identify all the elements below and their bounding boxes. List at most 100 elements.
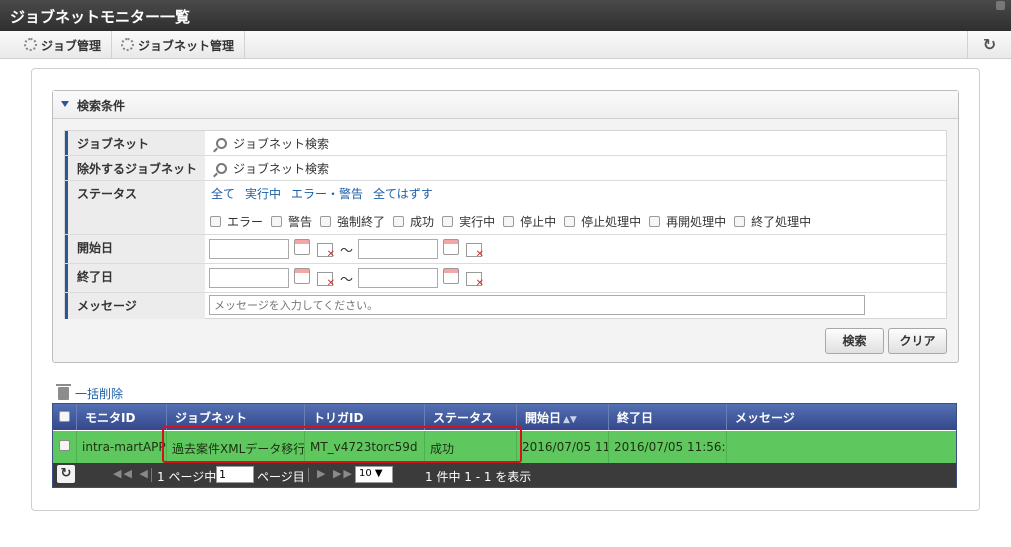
end-date-to-input[interactable] [358, 268, 438, 288]
first-prev-page-icon[interactable]: ◀◀ ◀ [113, 467, 150, 480]
row-end-date: 終了日 ～ [65, 264, 946, 293]
page-number-input[interactable]: 1 [216, 466, 254, 483]
start-date-from-input[interactable] [209, 239, 289, 259]
highlight-box [162, 426, 522, 463]
search-form: ジョブネット ジョブネット検索 除外するジョブネット ジョブネット検索 ステータ… [64, 130, 947, 319]
status-link-all[interactable]: 全て [211, 185, 235, 202]
check-label: 終了処理中 [751, 215, 812, 229]
col-message[interactable]: メッセージ [727, 404, 956, 430]
panel-title: 検索条件 [77, 99, 126, 113]
calendar-icon[interactable] [294, 268, 310, 284]
status-check-success[interactable]: 成功 [393, 213, 434, 230]
row-exclude-jobnet: 除外するジョブネット ジョブネット検索 [65, 156, 946, 181]
col-start-date[interactable]: 開始日 ▲▼ [517, 404, 609, 430]
bulk-delete-link[interactable]: 一括削除 [56, 384, 124, 402]
check-label: 警告 [288, 215, 313, 229]
pager-page-suffix: ページ目 [257, 470, 305, 484]
tab-label: ジョブネット管理 [138, 39, 235, 53]
per-page-select[interactable]: 10 ▼ [355, 466, 393, 483]
calendar-icon[interactable] [443, 268, 459, 284]
jobnet-search-link[interactable]: ジョブネット検索 [216, 135, 329, 152]
row-jobnet: ジョブネット ジョブネット検索 [65, 131, 946, 156]
status-check-forced-end[interactable]: 強制終了 [320, 213, 385, 230]
status-quick-links: 全て 実行中 エラー・警告 全てはずす [211, 185, 433, 202]
label-status: ステータス [65, 181, 205, 234]
bulk-delete-text: 一括削除 [75, 387, 124, 401]
row-status: ステータス 全て 実行中 エラー・警告 全てはずす エラー 警告 強制終了 成功… [65, 181, 946, 235]
col-monitor-id[interactable]: モニタID [77, 404, 167, 430]
reload-icon[interactable]: ↻ [57, 465, 75, 483]
clear-date-icon[interactable] [317, 272, 335, 289]
row-start-date: 開始日 ～ [65, 235, 946, 264]
message-input[interactable] [209, 295, 865, 315]
search-icon [216, 163, 227, 174]
status-check-stopped[interactable]: 停止中 [503, 213, 556, 230]
check-label: 実行中 [459, 215, 496, 229]
range-tilde: ～ [340, 244, 354, 259]
check-label: 成功 [410, 215, 435, 229]
start-date-to-input[interactable] [358, 239, 438, 259]
status-link-error-warning[interactable]: エラー・警告 [291, 185, 363, 202]
exclude-search-link[interactable]: ジョブネット検索 [216, 160, 329, 177]
exclude-search-text: ジョブネット検索 [233, 162, 330, 176]
collapse-triangle-icon[interactable] [61, 101, 69, 107]
check-label: 停止中 [520, 215, 557, 229]
next-last-page-icon[interactable]: ▶ ▶▶ [317, 467, 354, 480]
status-check-stopping[interactable]: 停止処理中 [564, 213, 641, 230]
range-tilde: ～ [340, 273, 354, 288]
cell-monitor-id: intra-martAPP: [77, 431, 167, 463]
clear-date-icon[interactable] [466, 272, 484, 289]
label-jobnet: ジョブネット [65, 131, 205, 155]
label-end-date: 終了日 [65, 264, 205, 292]
pager-page-prefix: 1 ページ中 [157, 470, 217, 484]
cell-message [727, 431, 956, 463]
gear-icon [121, 38, 134, 51]
label-message: メッセージ [65, 293, 205, 319]
label-start-date: 開始日 [65, 235, 205, 263]
gear-icon [24, 38, 37, 51]
clear-date-icon[interactable] [466, 243, 484, 260]
tab-job-management[interactable]: ジョブ管理 [14, 31, 113, 58]
tab-jobnet-management[interactable]: ジョブネット管理 [111, 31, 246, 58]
status-link-uncheck-all[interactable]: 全てはずす [373, 185, 433, 202]
check-label: 再開処理中 [666, 215, 727, 229]
pager-summary: 1 件中 1 - 1 を表示 [425, 470, 532, 484]
col-start-date-label: 開始日 [525, 411, 562, 425]
trash-icon [56, 384, 71, 400]
row-checkbox[interactable] [53, 431, 77, 463]
end-date-from-input[interactable] [209, 268, 289, 288]
check-label: 停止処理中 [581, 215, 642, 229]
status-check-error[interactable]: エラー [210, 213, 263, 230]
status-check-resuming[interactable]: 再開処理中 [649, 213, 726, 230]
pager-divider [151, 468, 152, 482]
status-check-running[interactable]: 実行中 [442, 213, 495, 230]
pager-divider [308, 468, 309, 482]
header-select-all[interactable] [53, 404, 77, 430]
grid-pager: ↻ ◀◀ ◀ 1 ページ中 1 ページ目 ▶ ▶▶ 10 ▼ 1 件中 1 - … [53, 463, 956, 487]
clear-button[interactable]: クリア [888, 328, 947, 354]
title-bar: ジョブネットモニター一覧 [0, 0, 1011, 31]
jobnet-search-text: ジョブネット検索 [233, 137, 330, 151]
calendar-icon[interactable] [294, 239, 310, 255]
tab-bar: ジョブ管理 ジョブネット管理 ↻ [0, 31, 1011, 59]
check-label: エラー [227, 215, 264, 229]
status-check-finishing[interactable]: 終了処理中 [734, 213, 811, 230]
status-link-running[interactable]: 実行中 [245, 185, 281, 202]
calendar-icon[interactable] [443, 239, 459, 255]
search-icon [216, 138, 227, 149]
page-title: ジョブネットモニター一覧 [10, 8, 191, 26]
clear-date-icon[interactable] [317, 243, 335, 260]
cell-end-date: 2016/07/05 11:56:06 [609, 431, 727, 463]
sort-icon: ▲▼ [563, 415, 577, 425]
window-control-icon[interactable] [996, 1, 1005, 10]
refresh-icon[interactable]: ↻ [967, 31, 1011, 58]
status-check-warning[interactable]: 警告 [271, 213, 312, 230]
col-end-date[interactable]: 終了日 [609, 404, 727, 430]
tab-label: ジョブ管理 [41, 39, 102, 53]
panel-header[interactable]: 検索条件 [53, 91, 958, 119]
check-label: 強制終了 [337, 215, 386, 229]
status-checkboxes: エラー 警告 強制終了 成功 実行中 停止中 停止処理中 再開処理中 終了処理中 [210, 213, 811, 230]
search-button[interactable]: 検索 [825, 328, 884, 354]
cell-start-date: 2016/07/05 11:5 [517, 431, 609, 463]
label-exclude-jobnet: 除外するジョブネット [65, 156, 205, 180]
